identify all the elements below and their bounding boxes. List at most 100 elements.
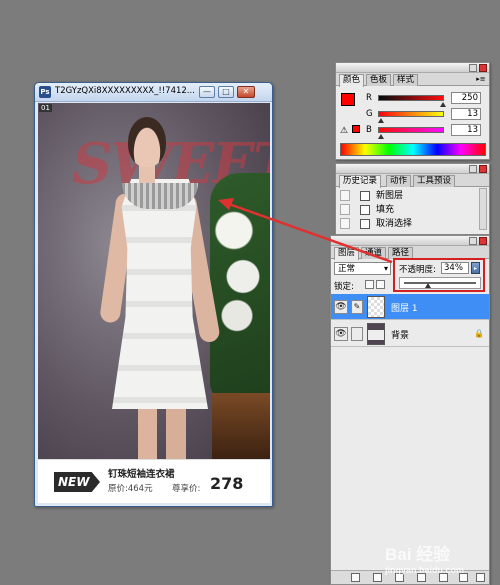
palette-menu-icon[interactable]: ▸≡	[476, 75, 486, 83]
layer-link-box[interactable]	[351, 327, 363, 341]
layers-palette[interactable]: 图层 通道 路径 正常 不透明度: 34% ▸ 锁定: 👁 ✎ 图层 1 👁 背…	[330, 235, 490, 585]
history-item-label: 填充	[376, 205, 395, 215]
tab-color[interactable]: 颜色	[339, 74, 365, 87]
channel-b-slider[interactable]	[378, 127, 444, 133]
palette-close-button[interactable]	[479, 237, 487, 245]
minimize-button[interactable]: —	[199, 86, 215, 98]
history-item-label: 取消选择	[376, 219, 413, 229]
palette-close-button[interactable]	[479, 165, 487, 173]
layer-name[interactable]: 图层 1	[391, 301, 418, 314]
gamut-warning-icon[interactable]: ⚠	[340, 126, 348, 136]
model-legs	[138, 403, 186, 459]
channel-g: G 13	[366, 108, 486, 123]
visibility-eye-icon[interactable]: 👁	[334, 327, 348, 341]
new-badge: NEW	[54, 472, 100, 492]
product-name: 钉珠短袖连衣裙	[108, 469, 175, 480]
lock-label: 锁定:	[334, 282, 354, 292]
palette-grip[interactable]	[331, 236, 489, 246]
history-step-icon	[360, 191, 370, 201]
tab-channels[interactable]: 通道	[361, 247, 387, 259]
history-item[interactable]: 填充	[340, 203, 486, 217]
layer-name[interactable]: 背景	[391, 328, 409, 341]
member-price-label: 尊享价:	[172, 484, 201, 494]
channel-r-slider[interactable]	[378, 95, 444, 101]
history-snapshot-checkbox[interactable]	[340, 218, 350, 229]
watermark-main: Bai 经验	[385, 545, 451, 564]
history-step-icon	[360, 219, 370, 229]
history-palette[interactable]: 历史记录 动作 工具预设 新图层 填充 取消选择	[335, 163, 490, 235]
flower-plant	[210, 173, 270, 403]
opacity-highlight-box: 不透明度: 34% ▸	[393, 258, 485, 292]
blend-mode-select[interactable]: 正常	[334, 262, 391, 275]
opacity-label: 不透明度:	[399, 265, 436, 275]
lock-image-icon[interactable]	[376, 280, 385, 289]
color-palette[interactable]: 颜色 色板 样式 ▸≡ R 250 G 13 B 13 ⚠	[335, 62, 490, 160]
channel-r: R 250	[366, 92, 486, 107]
layer-thumbnail	[367, 296, 385, 318]
brush-edit-icon[interactable]: ✎	[351, 300, 363, 314]
product-photo: SWEET	[38, 103, 270, 459]
palette-minimize-button[interactable]	[469, 165, 477, 173]
tab-layers[interactable]: 图层	[334, 247, 360, 260]
opacity-slider-popup[interactable]	[399, 277, 481, 289]
palette-grip[interactable]	[336, 63, 489, 73]
channel-r-thumb[interactable]	[439, 102, 446, 107]
lock-icon: 🔒	[474, 329, 484, 338]
channel-g-value[interactable]: 13	[451, 108, 481, 120]
layer-row-layer1[interactable]: 👁 ✎ 图层 1	[331, 294, 489, 320]
tab-history[interactable]: 历史记录	[339, 175, 382, 188]
foreground-color-swatch[interactable]	[341, 93, 355, 106]
document-title: T2GYzQXi8XXXXXXXXX_!!7412...	[55, 86, 195, 96]
link-layers-icon[interactable]	[351, 573, 360, 582]
color-palette-tabs: 颜色 色板 样式 ▸≡	[336, 73, 489, 87]
channel-g-thumb[interactable]	[378, 118, 385, 123]
history-step-icon	[360, 205, 370, 215]
document-canvas[interactable]: SWEET NEW 钉珠短袖连衣裙 原价:464元 尊享价: 278	[38, 103, 270, 503]
channel-g-slider[interactable]	[378, 111, 444, 117]
history-snapshot-checkbox[interactable]	[340, 204, 350, 215]
gamut-color-swatch[interactable]	[352, 125, 360, 133]
baidu-watermark: Bai 经验 jingyan.baidu.com	[385, 540, 464, 575]
palette-grip[interactable]	[336, 164, 489, 174]
history-scrollbar[interactable]	[479, 188, 487, 230]
layer-thumbnail	[367, 323, 385, 345]
member-price: 278	[210, 474, 244, 493]
tab-swatches[interactable]: 色板	[366, 74, 392, 86]
history-palette-tabs: 历史记录 动作 工具预设	[336, 174, 489, 188]
history-item[interactable]: 新图层	[340, 189, 486, 203]
channel-r-value[interactable]: 250	[451, 92, 481, 104]
lock-transparency-icon[interactable]	[365, 280, 374, 289]
photoshop-doc-icon: Ps	[39, 86, 51, 98]
channel-b-label: B	[366, 125, 372, 135]
palette-minimize-button[interactable]	[469, 64, 477, 72]
palette-close-button[interactable]	[479, 64, 487, 72]
close-button[interactable]: ✕	[237, 86, 255, 98]
document-titlebar[interactable]: Ps T2GYzQXi8XXXXXXXXX_!!7412... — □ ✕	[35, 83, 272, 102]
maximize-button[interactable]: □	[218, 86, 234, 98]
opacity-dropdown-arrow-icon[interactable]: ▸	[471, 262, 480, 274]
channel-b-thumb[interactable]	[378, 134, 385, 139]
tab-styles[interactable]: 样式	[393, 74, 419, 86]
price-strip: NEW 钉珠短袖连衣裙 原价:464元 尊享价: 278	[38, 459, 270, 503]
tab-actions[interactable]: 动作	[386, 175, 412, 187]
original-price: 原价:464元	[108, 484, 153, 494]
visibility-eye-icon[interactable]: 👁	[334, 300, 348, 314]
history-snapshot-checkbox[interactable]	[340, 190, 350, 201]
color-spectrum-bar[interactable]	[340, 143, 486, 156]
layer-row-background[interactable]: 👁 背景 🔒	[331, 321, 489, 347]
channel-r-label: R	[366, 93, 372, 103]
opacity-slider-track[interactable]	[404, 282, 476, 284]
lock-options	[365, 280, 387, 292]
document-window[interactable]: Ps T2GYzQXi8XXXXXXXXX_!!7412... — □ ✕ 01…	[34, 82, 273, 507]
channel-b-value[interactable]: 13	[451, 124, 481, 136]
history-item[interactable]: 取消选择	[340, 217, 486, 231]
opacity-input[interactable]: 34%	[441, 262, 469, 274]
trash-icon[interactable]	[476, 573, 485, 582]
tab-tool-presets[interactable]: 工具预设	[413, 175, 456, 187]
channel-b: B 13	[366, 124, 486, 139]
palette-minimize-button[interactable]	[469, 237, 477, 245]
model-head	[128, 117, 166, 167]
layer-style-icon[interactable]	[373, 573, 382, 582]
opacity-slider-thumb[interactable]	[425, 283, 432, 288]
channel-g-label: G	[366, 109, 373, 119]
